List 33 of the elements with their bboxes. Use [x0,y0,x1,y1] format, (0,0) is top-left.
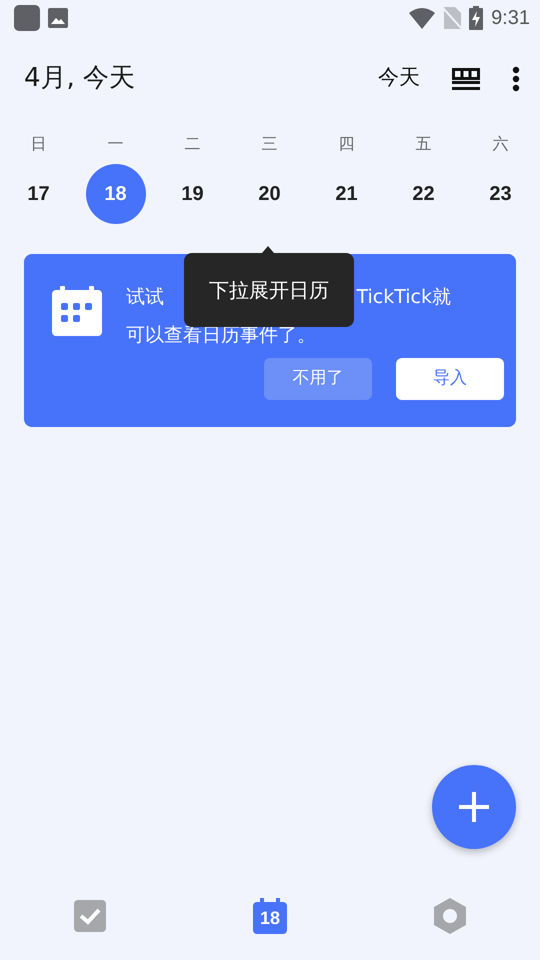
date-button[interactable]: 17 [8,164,68,224]
date-button[interactable]: 19 [162,164,222,224]
weekday-label: 三 [260,133,278,155]
weekday-label: 日 [30,133,48,155]
weekday-label: 五 [414,133,432,155]
weekday-label: 二 [184,133,202,155]
add-button[interactable] [432,765,516,849]
app-notification-icon [14,5,40,31]
weekday-label: 六 [492,133,510,155]
today-button[interactable]: 今天 [374,58,424,98]
plus-icon [458,791,490,823]
view-layout-icon [452,68,480,90]
battery-charging-icon [469,6,484,30]
weekday-label: 四 [338,133,356,155]
banner-text: 试试 [126,285,164,310]
date-button[interactable]: 23 [470,164,530,224]
wifi-icon [409,7,436,29]
date-button[interactable]: 21 [316,164,376,224]
more-icon [512,66,520,92]
image-icon [48,8,68,28]
settings-icon [433,898,467,934]
banner-text: TickTick就 [356,285,451,310]
date-button[interactable]: 20 [240,164,300,224]
calendar-icon [52,286,102,336]
date-button[interactable]: 18 [86,164,146,224]
tooltip: 下拉展开日历 [184,253,354,327]
import-button[interactable]: 导入 [396,358,504,400]
month-title: 4月, 今天 [24,62,136,94]
weekday-label: 一 [106,133,124,155]
no-sim-icon [443,7,462,29]
clock-time: 9:31 [491,6,530,31]
date-button[interactable]: 22 [394,164,454,224]
checkbox-icon [74,900,106,932]
